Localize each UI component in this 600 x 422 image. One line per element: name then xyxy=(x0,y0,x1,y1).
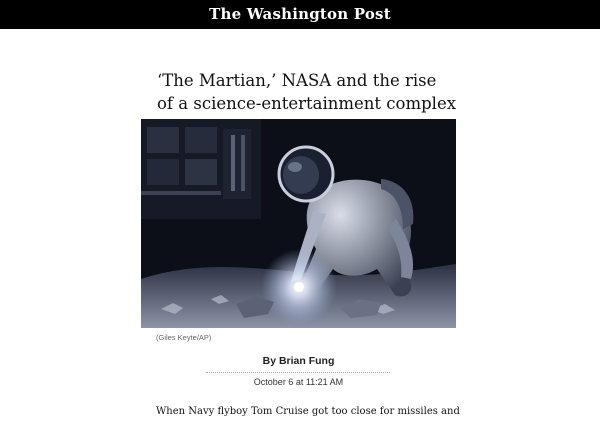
photo-caption: (Giles Keyte/AP) xyxy=(156,333,212,342)
site-logo[interactable]: The Washington Post xyxy=(209,7,391,22)
masthead: The Washington Post xyxy=(0,0,600,29)
byline[interactable]: By Brian Fung xyxy=(141,355,456,367)
article-headline: ‘The Martian,’ NASA and the rise of a sc… xyxy=(157,71,457,113)
byline-divider xyxy=(206,372,390,373)
article-body-first-line: When Navy flyboy Tom Cruise got too clos… xyxy=(156,406,460,417)
hero-photo xyxy=(141,119,456,328)
publish-timestamp: October 6 at 11:21 AM xyxy=(253,377,344,387)
article-page: The Washington Post ‘The Martian,’ NASA … xyxy=(0,0,600,422)
astronaut-photo xyxy=(141,119,456,328)
